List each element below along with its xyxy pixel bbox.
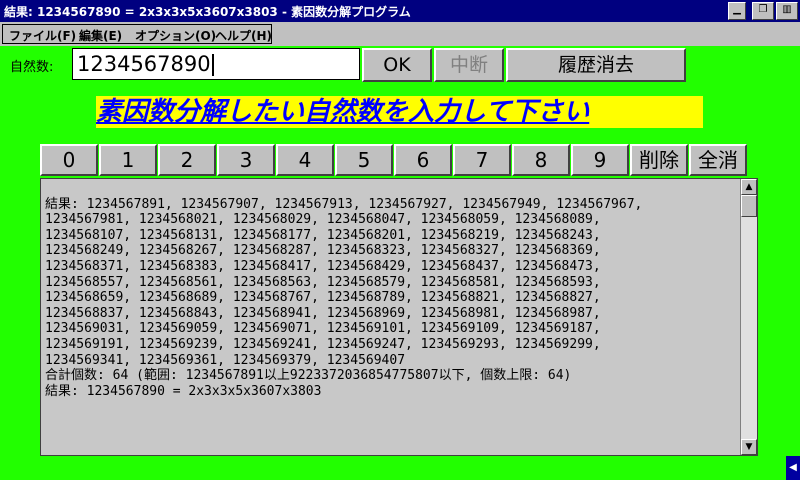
restore-button[interactable]: ❐ xyxy=(752,2,774,20)
instruction-headline: 素因数分解したい自然数を入力して下さい xyxy=(96,96,703,128)
key-0[interactable]: 0 xyxy=(40,144,98,176)
keyboard-button[interactable]: ▥ xyxy=(776,2,798,20)
stop-button[interactable]: 中断 xyxy=(434,48,504,82)
number-input-value: 1234567890 xyxy=(77,52,211,76)
text-caret xyxy=(211,54,214,76)
key-8[interactable]: 8 xyxy=(512,144,570,176)
restore-icon: ❐ xyxy=(758,4,768,15)
vertical-scrollbar[interactable]: ▲ ▼ xyxy=(740,179,757,455)
arrow-down-icon: ▼ xyxy=(745,442,753,452)
count-summary-line: 合計個数: 64 (範囲: 1234567891以上92233720368547… xyxy=(45,368,572,384)
number-label: 自然数: xyxy=(10,60,54,75)
menu-edit[interactable]: 編集(E) xyxy=(79,27,122,44)
title-bar: 結果: 1234567890 = 2x3x3x5x3607x3803 - 素因数… xyxy=(0,0,800,22)
key-2[interactable]: 2 xyxy=(158,144,216,176)
result-line: 1234568107, 1234568131, 1234568177, 1234… xyxy=(45,227,601,243)
result-line: 1234569191, 1234569239, 1234569241, 1234… xyxy=(45,336,601,352)
factorization-result-line: 結果: 1234567890 = 2x3x3x5x3607x3803 xyxy=(45,383,322,399)
result-text: 結果: 1234567891, 1234567907, 1234567913, … xyxy=(45,181,739,399)
minimize-icon: ▁ xyxy=(733,4,741,15)
menu-bar: ファイル(F) 編集(E) オプション(O) ヘルプ(H) xyxy=(0,22,800,46)
key-5[interactable]: 5 xyxy=(335,144,393,176)
menu-options[interactable]: オプション(O) xyxy=(135,27,216,44)
result-line: 1234568837, 1234568843, 1234568941, 1234… xyxy=(45,305,601,321)
scroll-down-button[interactable]: ▼ xyxy=(741,439,757,455)
result-output[interactable]: 結果: 1234567891, 1234567907, 1234567913, … xyxy=(40,178,758,456)
clear-history-button[interactable]: 履歴消去 xyxy=(506,48,686,82)
result-line: 1234569341, 1234569361, 1234569379, 1234… xyxy=(45,352,406,368)
result-line: 1234567981, 1234568021, 1234568029, 1234… xyxy=(45,212,601,228)
key-7[interactable]: 7 xyxy=(453,144,511,176)
key-4[interactable]: 4 xyxy=(276,144,334,176)
menu-frame: ファイル(F) 編集(E) オプション(O) ヘルプ(H) xyxy=(2,24,272,44)
result-line: 結果: 1234567891, 1234567907, 1234567913, … xyxy=(45,196,643,212)
minimize-button[interactable]: ▁ xyxy=(728,2,746,20)
key-3[interactable]: 3 xyxy=(217,144,275,176)
key-1[interactable]: 1 xyxy=(99,144,157,176)
key-6[interactable]: 6 xyxy=(394,144,452,176)
side-panel-toggle[interactable]: ◀ xyxy=(786,456,800,480)
window-title: 結果: 1234567890 = 2x3x3x5x3607x3803 - 素因数… xyxy=(4,5,411,19)
result-line: 1234568659, 1234568689, 1234568767, 1234… xyxy=(45,290,601,306)
keyboard-icon: ▥ xyxy=(782,4,792,15)
key-9[interactable]: 9 xyxy=(571,144,629,176)
result-line: 1234569031, 1234569059, 1234569071, 1234… xyxy=(45,321,601,337)
number-input[interactable]: 1234567890 xyxy=(72,48,360,80)
scroll-thumb[interactable] xyxy=(741,195,757,217)
clear-all-button[interactable]: 全消 xyxy=(689,144,747,176)
scroll-up-button[interactable]: ▲ xyxy=(741,179,757,195)
arrow-left-icon: ◀ xyxy=(789,462,797,473)
arrow-up-icon: ▲ xyxy=(745,182,753,192)
menu-help[interactable]: ヘルプ(H) xyxy=(215,27,272,44)
result-line: 1234568371, 1234568383, 1234568417, 1234… xyxy=(45,258,601,274)
menu-file[interactable]: ファイル(F) xyxy=(9,27,76,44)
result-line: 1234568557, 1234568561, 1234568563, 1234… xyxy=(45,274,601,290)
ok-button[interactable]: OK xyxy=(362,48,432,82)
result-line: 1234568249, 1234568267, 1234568287, 1234… xyxy=(45,243,601,259)
delete-button[interactable]: 削除 xyxy=(630,144,688,176)
